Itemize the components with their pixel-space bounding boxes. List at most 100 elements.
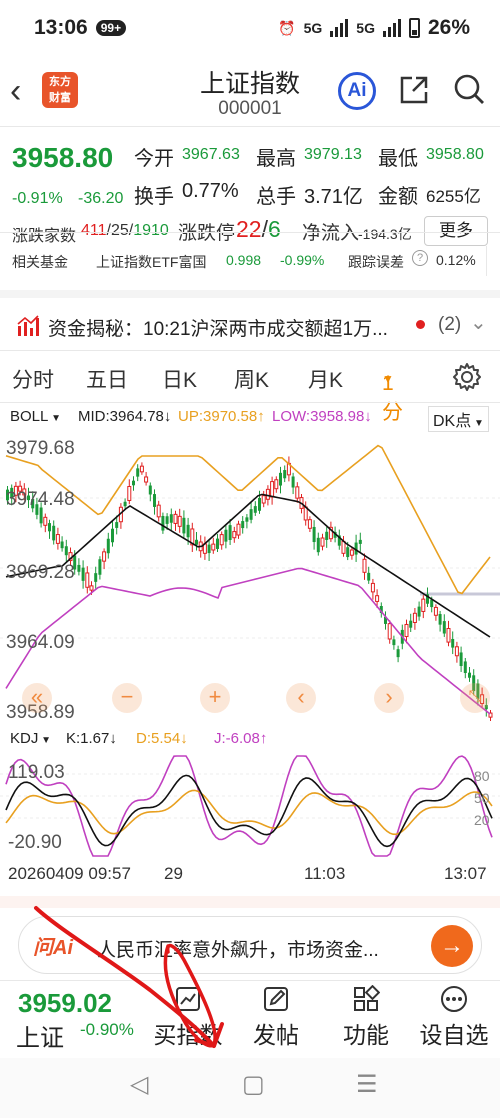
tracking-error-label: 跟踪误差 <box>348 254 404 270</box>
tab-five-day[interactable]: 五日 <box>86 364 128 394</box>
arrow-right-icon[interactable]: → <box>431 925 473 967</box>
trade-icon <box>148 982 228 1016</box>
boll-indicator-select[interactable]: BOLL ▼ <box>10 408 61 425</box>
signal-icon-2 <box>382 19 401 37</box>
nav-menu-icon[interactable]: ☰ <box>356 1070 378 1099</box>
related-fund-row[interactable]: 相关基金 上证指数ETF富国 0.998 -0.99% 跟踪误差 ? 0.12% <box>0 240 500 284</box>
kdj-k: K:1.67↓ <box>66 730 117 747</box>
nav-back-icon[interactable]: ◁ <box>130 1070 148 1099</box>
kdj-name: KDJ <box>10 730 39 747</box>
period-tabs: 分时 五日 日K 周K 月K 1分 ▼ <box>0 356 500 424</box>
volume-value: 3.71亿 <box>304 186 363 208</box>
ai-button[interactable]: Ai <box>338 72 376 110</box>
boll-mid: MID:3964.78↓ <box>78 408 172 425</box>
tab-monthly[interactable]: 月K <box>308 364 343 394</box>
low-label: 最低 <box>378 148 418 170</box>
limit-down-count: 6 <box>267 216 281 242</box>
ask-ai-prompt[interactable]: 人民币汇率意外飙升，市场资金... <box>97 935 379 962</box>
header: ‹ 东方 财富 上证指数 000001 Ai <box>0 58 500 126</box>
grid-icon <box>326 982 406 1016</box>
news-headline[interactable]: 资金揭秘：10:21沪深两市成交额超1万... <box>48 314 388 341</box>
status-bar: 13:06 99+ ⏰ 5G 5G 26% <box>0 0 500 56</box>
post-label: 发帖 <box>253 1022 299 1048</box>
low-value: 3958.80 <box>426 146 484 163</box>
post-button[interactable]: 发帖 <box>236 982 316 1050</box>
down-count: 1910 <box>133 222 169 239</box>
kdj-ref-50: 50 <box>474 790 490 806</box>
limit-up-count: 22 <box>236 216 262 242</box>
divider <box>0 350 500 351</box>
scroll-left-icon[interactable]: ‹ <box>286 683 316 713</box>
fund-price: 0.998 <box>226 252 262 268</box>
kdj-axis-top: 119.03 <box>8 762 65 783</box>
buy-index-button[interactable]: 买指数 <box>148 982 228 1050</box>
candles <box>6 456 493 722</box>
gear-icon[interactable] <box>452 362 482 392</box>
functions-button[interactable]: 功能 <box>326 982 406 1050</box>
nav-home-icon[interactable]: ▢ <box>242 1070 265 1099</box>
battery-level: 26% <box>427 16 470 39</box>
divider <box>0 232 500 233</box>
high-value: 3979.13 <box>304 146 362 163</box>
help-icon[interactable]: ? <box>412 250 428 266</box>
time-axis-end: 13:07 <box>444 864 487 883</box>
boll-name: BOLL <box>10 408 49 425</box>
search-icon[interactable] <box>452 72 486 106</box>
caret-down-icon: ▼ <box>382 372 394 386</box>
price-axis-label: 3979.68 <box>6 438 75 459</box>
alarm-icon: ⏰ <box>278 19 296 36</box>
tab-intraday[interactable]: 分时 <box>12 364 54 394</box>
network-label-2: 5G <box>356 20 375 36</box>
turnover-value: 0.77% <box>182 180 239 202</box>
time-axis-start-tail: 29 <box>164 864 183 883</box>
divider <box>0 402 500 403</box>
share-icon[interactable] <box>398 74 430 106</box>
kdj-axis-bottom: -20.90 <box>8 832 62 853</box>
kdj-j: J:-6.08↑ <box>214 730 268 747</box>
section-gap <box>0 896 500 908</box>
kdj-legend: KDJ ▼ K:1.67↓ D:5.54↓ J:-6.08↑ <box>0 728 500 752</box>
add-watchlist-label: 设自选 <box>419 1022 489 1048</box>
ask-ai-bar[interactable]: 问Ai 人民币汇率意外飙升，市场资金... → <box>18 916 482 974</box>
news-count: (2) <box>438 314 462 335</box>
time-axis-mid: 11:03 <box>304 864 346 883</box>
more-dots-icon <box>414 982 494 1016</box>
amount-label: 金额 <box>378 186 418 208</box>
bottom-index-name: 上证 <box>16 1025 64 1052</box>
fund-change: -0.99% <box>280 252 325 268</box>
turnover-label: 换手 <box>134 186 174 208</box>
kdj-j-line <box>5 755 493 857</box>
expand-icon[interactable]: ⤡ <box>460 683 490 713</box>
ask-ai-logo: 问Ai <box>33 937 73 959</box>
system-nav-bar: ◁ ▢ ☰ <box>0 1058 500 1118</box>
amount-value: 6255亿 <box>426 187 481 206</box>
price-axis-label: 3964.09 <box>6 632 75 653</box>
fund-name[interactable]: 上证指数ETF富国 <box>96 252 206 272</box>
tab-daily[interactable]: 日K <box>162 364 197 394</box>
price-axis-label: 3974.48 <box>6 489 75 510</box>
price-axis-label: 3969.28 <box>6 562 75 583</box>
bottom-bar: 3959.02 上证 -0.90% 买指数 发帖 功能 设自选 <box>0 978 500 1054</box>
zoom-out-icon[interactable]: − <box>112 683 142 713</box>
kdj-indicator-select[interactable]: KDJ ▼ <box>10 730 51 747</box>
kdj-chart[interactable] <box>0 752 500 860</box>
scroll-to-start-icon[interactable]: « <box>22 683 52 713</box>
signal-icon <box>330 19 349 37</box>
fund-label: 相关基金 <box>12 254 68 270</box>
divider <box>486 246 487 276</box>
tracking-error-value: 0.12% <box>436 252 476 268</box>
change-percent: -0.91% <box>12 190 63 207</box>
divider <box>0 126 500 127</box>
kdj-ref-80: 80 <box>474 768 490 784</box>
open-label: 今开 <box>134 148 174 170</box>
volume-label: 总手 <box>256 186 296 208</box>
section-gap <box>0 290 500 298</box>
add-watchlist-button[interactable]: 设自选 <box>414 982 494 1050</box>
zoom-in-icon[interactable]: + <box>200 683 230 713</box>
news-bar[interactable]: 资金揭秘：10:21沪深两市成交额超1万... (2) ⌄ <box>0 306 500 346</box>
scroll-right-icon[interactable]: › <box>374 683 404 713</box>
network-label-1: 5G <box>303 20 323 36</box>
tab-weekly[interactable]: 周K <box>234 364 269 394</box>
boll-low: LOW:3958.98↓ <box>272 408 372 425</box>
chevron-down-icon[interactable]: ⌄ <box>470 310 487 335</box>
